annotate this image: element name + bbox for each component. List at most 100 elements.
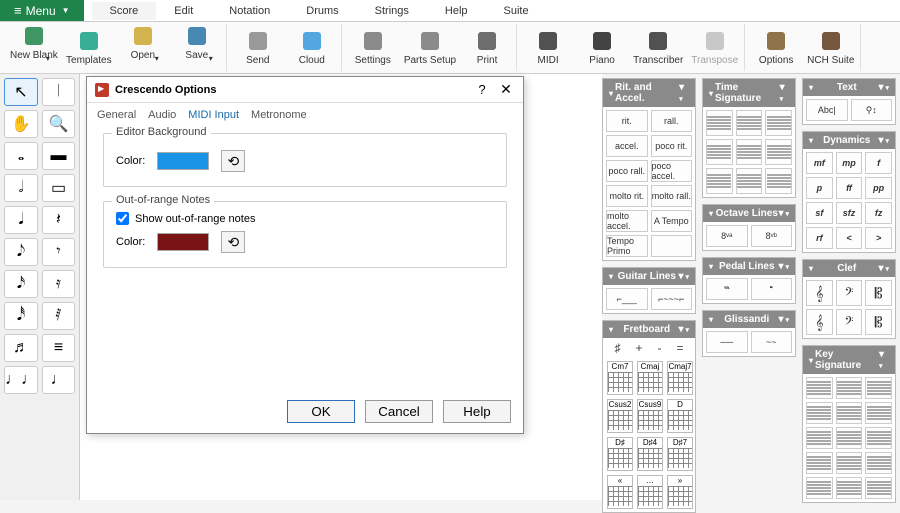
keysig-cell[interactable]	[836, 477, 863, 499]
dyn-cell[interactable]: mp	[836, 152, 863, 174]
tool-5[interactable]: ▬	[42, 142, 75, 170]
ribbon-piano[interactable]: Piano	[579, 24, 625, 71]
color-swatch-oor[interactable]	[157, 233, 209, 251]
fret-op[interactable]: =	[676, 341, 683, 355]
reset-bg-button[interactable]: ⟲	[221, 150, 245, 172]
clef-cell[interactable]: 𝄞	[806, 309, 833, 335]
ribbon-options[interactable]: Options	[753, 24, 799, 71]
keysig-cell[interactable]	[865, 377, 892, 399]
clef-cell[interactable]: 𝄢	[836, 309, 863, 335]
pedal-cell[interactable]: 𝆯	[751, 278, 793, 300]
gliss-cell[interactable]: ~~	[751, 331, 793, 353]
rit-cell[interactable]: rall.	[651, 110, 693, 132]
main-tab-suite[interactable]: Suite	[486, 2, 547, 20]
keysig-cell[interactable]	[806, 402, 833, 424]
tool-13[interactable]: 𝄿	[42, 270, 75, 298]
ribbon-midi[interactable]: MIDI	[525, 24, 571, 71]
rit-cell[interactable]: rit.	[606, 110, 648, 132]
keysig-cell[interactable]	[865, 452, 892, 474]
tool-3[interactable]: 🔍	[42, 110, 75, 138]
rit-cell[interactable]: molto rit.	[606, 185, 648, 207]
timesig-cell[interactable]	[765, 110, 792, 136]
chord-D[interactable]: D	[667, 399, 693, 433]
tool-15[interactable]: 𝅀	[42, 302, 75, 330]
main-tab-help[interactable]: Help	[427, 2, 486, 20]
fret-op[interactable]: -	[657, 341, 661, 355]
guitar-line-cell[interactable]: ⌐___	[606, 288, 648, 310]
ribbon-new-blank[interactable]: New Blank	[10, 24, 58, 71]
tool-10[interactable]: 𝅘𝅥𝅮	[4, 238, 38, 266]
chord-«[interactable]: «	[607, 475, 633, 509]
ribbon-nch-suite[interactable]: NCH Suite	[807, 24, 854, 71]
rit-cell[interactable]: A Tempo	[651, 210, 693, 232]
gliss-cell[interactable]: ──	[706, 331, 748, 353]
rit-cell[interactable]: molto accel.	[606, 210, 648, 232]
dyn-cell[interactable]: rf	[806, 227, 833, 249]
dyn-cell[interactable]: ff	[836, 177, 863, 199]
dyn-cell[interactable]: sf	[806, 202, 833, 224]
color-swatch-bg[interactable]	[157, 152, 209, 170]
chord-D♯4[interactable]: D♯4	[637, 437, 663, 471]
dyn-cell[interactable]: <	[836, 227, 863, 249]
help-button[interactable]: Help	[443, 400, 511, 423]
dialog-tab-midi-input[interactable]: MIDI Input	[188, 109, 239, 121]
octave-cell[interactable]: 8ᵛᵃ	[706, 225, 748, 247]
ok-button[interactable]: OK	[287, 400, 355, 423]
keysig-cell[interactable]	[865, 402, 892, 424]
rit-cell[interactable]: poco rall.	[606, 160, 648, 182]
rit-cell[interactable]: poco accel.	[651, 160, 693, 182]
keysig-cell[interactable]	[836, 427, 863, 449]
ribbon-settings[interactable]: Settings	[350, 24, 396, 71]
tool-18[interactable]: ♩♩	[4, 366, 38, 394]
dyn-cell[interactable]: pp	[865, 177, 892, 199]
panel-header-fret[interactable]: Fretboard▾	[603, 321, 695, 338]
tool-17[interactable]: ≡	[42, 334, 75, 362]
panel-header-dyn[interactable]: Dynamics▾	[803, 132, 895, 149]
clef-cell[interactable]: 𝄞	[806, 280, 833, 306]
main-tab-drums[interactable]: Drums	[288, 2, 356, 20]
chord-Csus2[interactable]: Csus2	[607, 399, 633, 433]
dyn-cell[interactable]: p	[806, 177, 833, 199]
clef-cell[interactable]: 𝄡	[865, 309, 892, 335]
tool-2[interactable]: ✋	[4, 110, 38, 138]
keysig-cell[interactable]	[836, 402, 863, 424]
timesig-cell[interactable]	[765, 168, 792, 194]
panel-header-text[interactable]: Text▾	[803, 79, 895, 96]
chord-»[interactable]: »	[667, 475, 693, 509]
tool-1[interactable]: 𝄀	[42, 78, 75, 106]
main-tab-edit[interactable]: Edit	[156, 2, 211, 20]
checkbox-show-oor[interactable]: Show out-of-range notes	[116, 212, 494, 225]
text-cell[interactable]: ⚲↕	[851, 99, 893, 121]
dialog-help-icon[interactable]: ?	[473, 82, 491, 97]
main-tab-score[interactable]: Score	[92, 2, 157, 20]
guitar-line-cell[interactable]: ⌐~~~⌐	[651, 288, 693, 310]
fret-op[interactable]: ♯	[614, 341, 620, 355]
chord-D♯7[interactable]: D♯7	[667, 437, 693, 471]
panel-header-guitar[interactable]: Guitar Lines▾	[603, 268, 695, 285]
rit-cell[interactable]: poco rit.	[651, 135, 693, 157]
ribbon-transcriber[interactable]: Transcriber	[633, 24, 683, 71]
tool-11[interactable]: 𝄾	[42, 238, 75, 266]
tool-14[interactable]: 𝅘𝅥𝅰	[4, 302, 38, 330]
tool-8[interactable]: 𝅘𝅥	[4, 206, 38, 234]
text-cell[interactable]: Abc|	[806, 99, 848, 121]
timesig-cell[interactable]	[706, 168, 733, 194]
panel-header-pedal[interactable]: Pedal Lines▾	[703, 258, 795, 275]
timesig-cell[interactable]	[736, 139, 763, 165]
main-tab-notation[interactable]: Notation	[211, 2, 288, 20]
rit-cell[interactable]: molto rall.	[651, 185, 693, 207]
ribbon-save[interactable]: Save	[174, 24, 220, 71]
timesig-cell[interactable]	[706, 139, 733, 165]
ribbon-open[interactable]: Open	[120, 24, 166, 71]
tool-9[interactable]: 𝄽	[42, 206, 75, 234]
dyn-cell[interactable]: f	[865, 152, 892, 174]
dialog-tab-metronome[interactable]: Metronome	[251, 109, 307, 121]
keysig-cell[interactable]	[865, 427, 892, 449]
tool-7[interactable]: ▭	[42, 174, 75, 202]
tool-19[interactable]: ♩	[42, 366, 75, 394]
dialog-close-icon[interactable]: ✕	[497, 81, 515, 98]
pedal-cell[interactable]: 𝆮	[706, 278, 748, 300]
panel-header-keysig[interactable]: Key Signature▾	[803, 346, 895, 374]
panel-header-octave[interactable]: Octave Lines▾	[703, 205, 795, 222]
chord-Cmaj[interactable]: Cmaj	[637, 361, 663, 395]
